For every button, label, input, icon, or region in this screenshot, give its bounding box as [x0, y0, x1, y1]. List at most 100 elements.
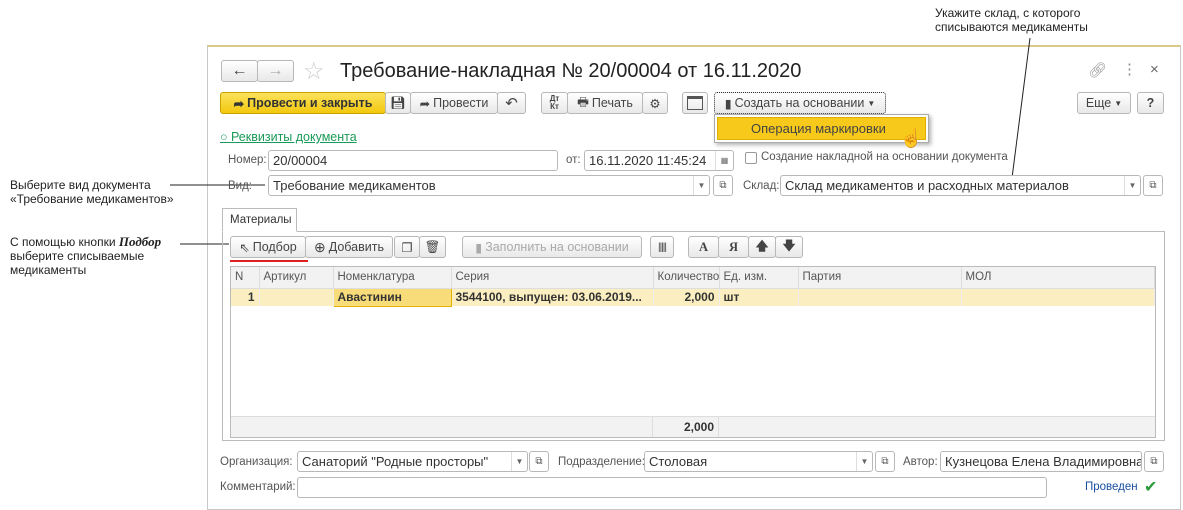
create-invoice-checkbox[interactable]: [745, 152, 757, 164]
plus-circle-icon: ⊕: [314, 238, 326, 255]
table-footer: 2,000: [231, 416, 1155, 437]
fill-based-button[interactable]: ▮ Заполнить на основании: [462, 236, 642, 258]
chevron-down-icon: ▼: [1114, 98, 1123, 108]
move-down-button[interactable]: 🡇: [775, 236, 803, 258]
open-author-button[interactable]: ⧉: [1144, 451, 1164, 472]
create-based-label: Создать на основании: [734, 96, 865, 110]
department-select[interactable]: Столовая ▼: [644, 451, 873, 472]
arrow-down-icon: 🡇: [782, 238, 796, 253]
cursor-icon: ⇖: [239, 240, 250, 255]
warehouse-value: Склад медикаментов и расходных материало…: [785, 178, 1069, 193]
calendar-icon[interactable]: ▦: [715, 151, 733, 170]
create-invoice-label: Создание накладной на основании документ…: [761, 151, 1008, 163]
open-icon: ⧉: [1149, 180, 1157, 191]
barcode-icon: |||||: [658, 241, 667, 253]
link-icon[interactable]: 🔗︎: [1088, 61, 1107, 79]
more-label: Еще: [1085, 96, 1112, 110]
copy-button[interactable]: ❐: [394, 236, 420, 258]
column-header[interactable]: Серия: [451, 267, 654, 289]
date-input[interactable]: 16.11.2020 11:45:24 ▦: [584, 150, 734, 171]
chevron-down-icon[interactable]: ▼: [1124, 176, 1140, 195]
open-organization-button[interactable]: ⧉: [529, 451, 549, 472]
arrow-left-icon: ←: [231, 62, 248, 79]
status-posted: Проведен: [1085, 481, 1138, 493]
more-button[interactable]: Еще ▼: [1077, 92, 1131, 114]
column-header[interactable]: Партия: [798, 267, 962, 289]
number-label: Номер:: [228, 154, 267, 166]
print-label: Печать: [591, 96, 633, 110]
table-cell: [961, 288, 1155, 306]
post-button[interactable]: ➦ Провести: [410, 92, 498, 114]
delete-button[interactable]: 🗑︎: [419, 236, 446, 258]
open-warehouse-button[interactable]: ⧉: [1143, 175, 1163, 196]
close-icon[interactable]: ×: [1150, 61, 1159, 78]
save-button[interactable]: 💾︎: [385, 92, 411, 114]
add-button[interactable]: ⊕ Добавить: [305, 236, 393, 258]
organization-label: Организация:: [220, 456, 293, 468]
help-label: ?: [1146, 96, 1155, 110]
date-value: 16.11.2020 11:45:24: [589, 153, 707, 168]
table-cell: 3544100, выпущен: 03.06.2019...: [451, 288, 654, 306]
document-details-link[interactable]: ○ Реквизиты документа: [220, 130, 357, 144]
kind-select[interactable]: Требование медикаментов ▼: [268, 175, 710, 196]
column-header[interactable]: Артикул: [259, 267, 334, 289]
post-icon: ➦: [233, 96, 245, 111]
add-label: Добавить: [328, 240, 384, 254]
organization-value: Санаторий "Родные просторы": [302, 454, 489, 469]
chevron-down-icon[interactable]: ▼: [693, 176, 709, 195]
menu-item-marking-operation[interactable]: Операция маркировки: [717, 117, 926, 140]
window-button[interactable]: [682, 92, 708, 114]
create-based-button[interactable]: ▮ Создать на основании ▼: [714, 92, 886, 114]
tab-materials[interactable]: Материалы: [222, 208, 297, 232]
settings-button[interactable]: ⚙: [642, 92, 668, 114]
documents-icon: ▮: [475, 240, 483, 255]
warehouse-select[interactable]: Склад медикаментов и расходных материало…: [780, 175, 1141, 196]
table-cell: 2,000: [653, 288, 720, 306]
help-button[interactable]: ?: [1137, 92, 1164, 114]
chevron-down-icon[interactable]: ▼: [856, 452, 872, 471]
post-and-close-button[interactable]: ➦ Провести и закрыть: [220, 92, 386, 114]
kind-value: Требование медикаментов: [273, 178, 436, 193]
author-input[interactable]: Кузнецова Елена Владимировна: [940, 451, 1142, 472]
column-header[interactable]: Ед. изм.: [719, 267, 799, 289]
department-label: Подразделение:: [558, 456, 645, 468]
comment-label: Комментарий:: [220, 481, 296, 493]
sort-desc-button[interactable]: Я: [718, 236, 749, 258]
more-vertical-icon[interactable]: ⋮: [1122, 60, 1137, 78]
mouse-cursor-icon: ☝: [899, 128, 923, 149]
back-button[interactable]: ←: [221, 60, 258, 82]
gears-icon: ⚙: [649, 96, 661, 111]
open-icon: ⧉: [535, 456, 543, 467]
trash-icon: 🗑︎: [424, 239, 441, 254]
pick-button[interactable]: ⇖ Подбор: [230, 236, 306, 258]
move-up-button[interactable]: 🡅: [748, 236, 776, 258]
open-kind-button[interactable]: ⧉: [713, 175, 733, 196]
author-label: Автор:: [903, 456, 938, 468]
column-header[interactable]: N: [231, 267, 260, 289]
column-header[interactable]: Количество: [653, 267, 720, 289]
dtkt-button[interactable]: Дт Кт: [541, 92, 568, 114]
print-button[interactable]: 🖶 Печать: [567, 92, 643, 114]
post-and-close-label: Провести и закрыть: [247, 96, 373, 110]
forward-button[interactable]: →: [257, 60, 294, 82]
table-row[interactable]: 1 Авастинин 3544100, выпущен: 03.06.2019..…: [231, 287, 1155, 307]
comment-input[interactable]: [297, 477, 1047, 498]
documents-icon: ▮: [724, 96, 732, 111]
column-header[interactable]: Номенклатура: [333, 267, 452, 289]
sort-ya-label: Я: [728, 239, 739, 254]
table-cell: [798, 288, 962, 306]
sort-asc-button[interactable]: А: [688, 236, 719, 258]
column-header[interactable]: МОЛ: [961, 267, 1155, 289]
open-department-button[interactable]: ⧉: [875, 451, 895, 472]
favorite-star-icon[interactable]: ☆: [303, 57, 325, 86]
table-cell: Авастинин: [332, 287, 452, 307]
dtkt-icon: Дт Кт: [549, 94, 560, 111]
total-quantity: 2,000: [653, 417, 719, 437]
number-input[interactable]: 20/00004: [268, 150, 558, 171]
unpost-button[interactable]: ↶: [497, 92, 526, 114]
open-icon: ⧉: [881, 456, 889, 467]
barcode-button[interactable]: |||||: [650, 236, 674, 258]
organization-select[interactable]: Санаторий "Родные просторы" ▼: [297, 451, 528, 472]
arrow-right-icon: →: [267, 62, 284, 79]
chevron-down-icon[interactable]: ▼: [511, 452, 527, 471]
